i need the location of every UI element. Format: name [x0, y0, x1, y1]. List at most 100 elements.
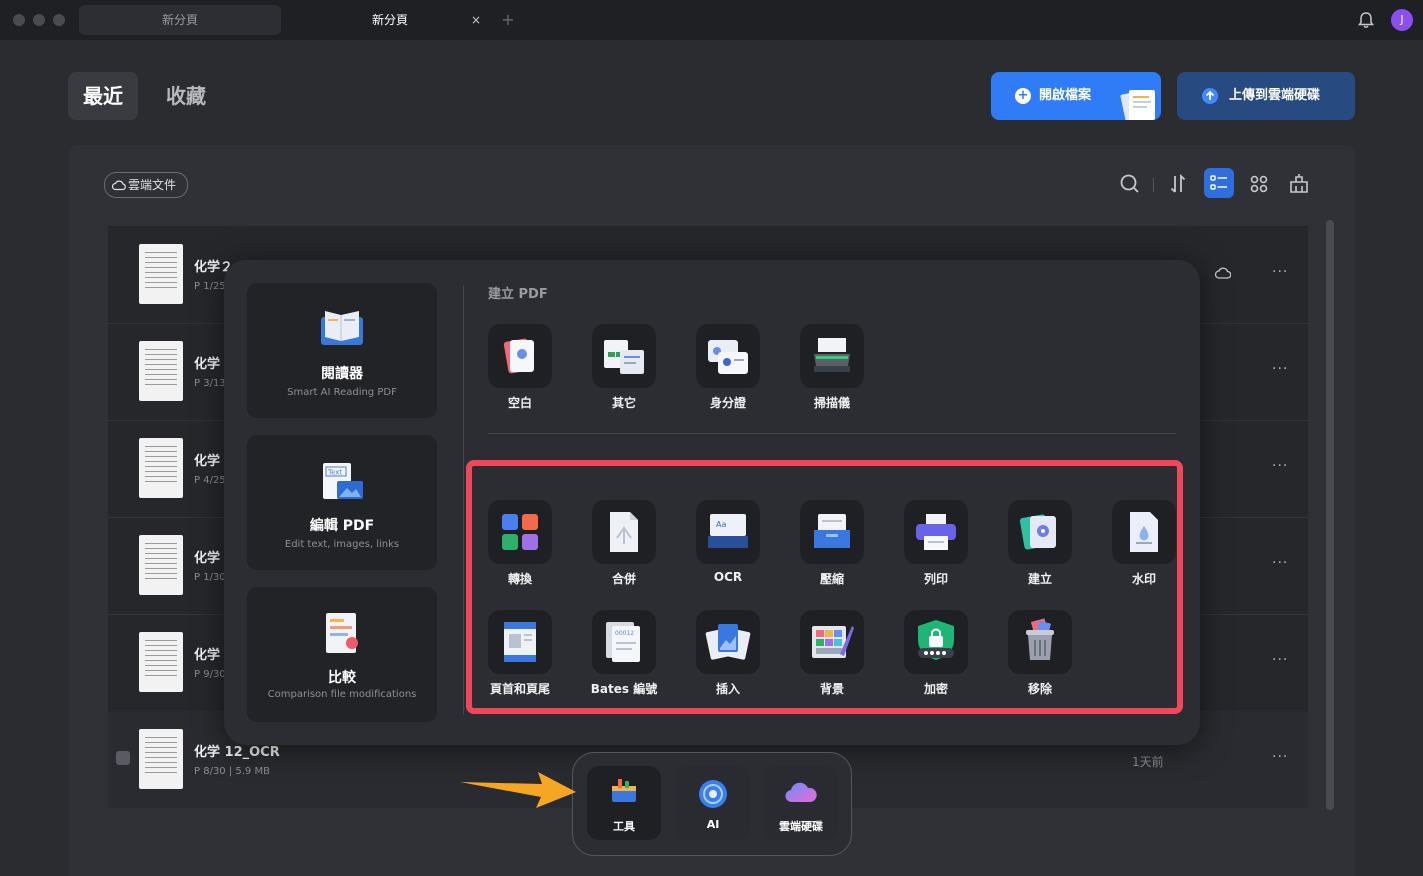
search-icon[interactable]: [1118, 172, 1142, 196]
bell-icon[interactable]: [1356, 10, 1376, 30]
ocr-tool[interactable]: Aa: [696, 500, 760, 564]
insert-tool[interactable]: [696, 610, 760, 674]
remove-icon: [1026, 618, 1054, 660]
reader-title: 閱讀器: [321, 366, 363, 382]
print-icon: [916, 514, 956, 550]
add-tab-icon[interactable]: +: [500, 10, 516, 30]
edit-pdf-subtitle: Edit text, images, links: [284, 539, 400, 550]
cloud-icon[interactable]: [1215, 266, 1231, 280]
print-label: 列印: [923, 572, 948, 586]
upload-cloud-button[interactable]: 上傳到雲端硬碟: [1177, 72, 1355, 120]
scanner-tool[interactable]: [800, 324, 864, 388]
blank-pdf-tool[interactable]: [488, 324, 552, 388]
toolbox-icon: [612, 779, 636, 802]
edit-pdf-card[interactable]: Text 編輯 PDF Edit text, images, links: [247, 435, 437, 570]
reader-subtitle: Smart AI Reading PDF: [287, 387, 397, 398]
blank-page-icon: [503, 338, 534, 374]
dock-cloud-label: 雲端硬碟: [779, 820, 823, 833]
header-footer-tool[interactable]: [488, 610, 552, 674]
window-zoom-light[interactable]: [53, 14, 65, 26]
list-view-icon: [1210, 175, 1227, 190]
more-options-icon[interactable]: ···: [1272, 652, 1288, 668]
edit-pdf-icon: Text: [323, 463, 363, 499]
compare-subtitle: Comparison file modifications: [267, 689, 417, 700]
window-minimize-light[interactable]: [33, 14, 45, 26]
open-file-label: 開啟檔案: [1039, 88, 1092, 103]
watermark-icon: [1130, 512, 1158, 552]
svg-text:Text: Text: [327, 469, 342, 477]
sort-icon[interactable]: [1167, 172, 1191, 196]
convert-tool[interactable]: [488, 500, 552, 564]
encrypt-tool[interactable]: [904, 610, 968, 674]
other-files-tool[interactable]: [592, 324, 656, 388]
file-meta: P 1/25: [194, 281, 226, 292]
upload-icon: [1202, 88, 1218, 104]
create-tool[interactable]: [1008, 500, 1072, 564]
print-tool[interactable]: [904, 500, 968, 564]
merge-icon: [610, 512, 638, 552]
reader-card[interactable]: 閱讀器 Smart AI Reading PDF: [247, 283, 437, 418]
remove-tool[interactable]: [1008, 610, 1072, 674]
tab-favorites[interactable]: 收藏: [151, 72, 221, 120]
open-file-button[interactable]: + 開啟檔案: [991, 72, 1161, 120]
convert-label: 轉換: [507, 572, 532, 586]
tab-close-icon[interactable]: ×: [468, 10, 484, 30]
file-thumbnail: [139, 729, 183, 789]
compare-card[interactable]: 比較 Comparison file modifications: [247, 587, 437, 722]
file-checkbox[interactable]: [116, 751, 130, 765]
more-options-icon[interactable]: ···: [1272, 458, 1288, 474]
file-thumbnail: [139, 341, 183, 401]
background-icon: [812, 626, 854, 658]
more-options-icon[interactable]: ···: [1272, 361, 1288, 377]
tools-highlight-box: [466, 460, 1183, 714]
compress-icon: [814, 514, 850, 548]
background-label: 背景: [819, 682, 844, 696]
svg-text:00012: 00012: [615, 630, 634, 637]
file-thumbnail: [139, 632, 183, 692]
ocr-label: OCR: [713, 570, 743, 584]
more-options-icon[interactable]: ···: [1272, 749, 1288, 765]
compress-label: 壓縮: [819, 572, 844, 586]
ai-icon: [699, 780, 727, 808]
background-tool[interactable]: [800, 610, 864, 674]
encrypt-icon: [918, 620, 954, 660]
reader-icon: [321, 311, 363, 345]
avatar[interactable]: J: [1391, 9, 1413, 31]
file-name: 化学: [194, 551, 221, 566]
bates-number-tool[interactable]: 00012: [592, 610, 656, 674]
compare-icon: [326, 613, 358, 653]
ocr-icon: Aa: [708, 514, 748, 548]
grid-view-icon[interactable]: [1247, 172, 1271, 196]
cloud-documents-chip[interactable]: 雲端文件: [104, 172, 188, 198]
more-options-icon[interactable]: ···: [1272, 264, 1288, 280]
cloud-icon: [112, 180, 126, 191]
cloud-documents-label: 雲端文件: [128, 178, 177, 192]
documents-icon: [1120, 89, 1155, 120]
file-meta: P 4/25: [194, 475, 226, 486]
watermark-tool[interactable]: [1112, 500, 1176, 564]
create-pdf-heading: 建立 PDF: [488, 287, 548, 302]
list-view-button[interactable]: [1204, 168, 1234, 198]
remove-label: 移除: [1027, 682, 1052, 696]
tab-recent[interactable]: 最近: [68, 72, 138, 120]
window-close-light[interactable]: [13, 14, 25, 26]
header-footer-icon: [504, 622, 536, 662]
compress-tool[interactable]: [800, 500, 864, 564]
compare-title: 比較: [328, 670, 356, 686]
file-name: 化学: [194, 454, 221, 469]
tab-new-page-2[interactable]: 新分頁: [290, 5, 490, 35]
merge-tool[interactable]: [592, 500, 656, 564]
id-card-label: 身分證: [709, 396, 746, 410]
merge-label: 合併: [611, 572, 636, 586]
more-options-icon[interactable]: ···: [1272, 555, 1288, 571]
toolbar-divider: [1153, 178, 1154, 192]
tab-new-page-1[interactable]: 新分頁: [79, 5, 281, 35]
scrollbar[interactable]: [1326, 220, 1334, 810]
file-name: 化学: [194, 357, 221, 372]
file-thumbnail: [139, 244, 183, 304]
file-meta: P 1/30: [194, 572, 226, 583]
clean-icon[interactable]: [1287, 172, 1311, 196]
insert-label: 插入: [715, 682, 740, 696]
id-card-tool[interactable]: [696, 324, 760, 388]
watermark-label: 水印: [1131, 572, 1156, 586]
